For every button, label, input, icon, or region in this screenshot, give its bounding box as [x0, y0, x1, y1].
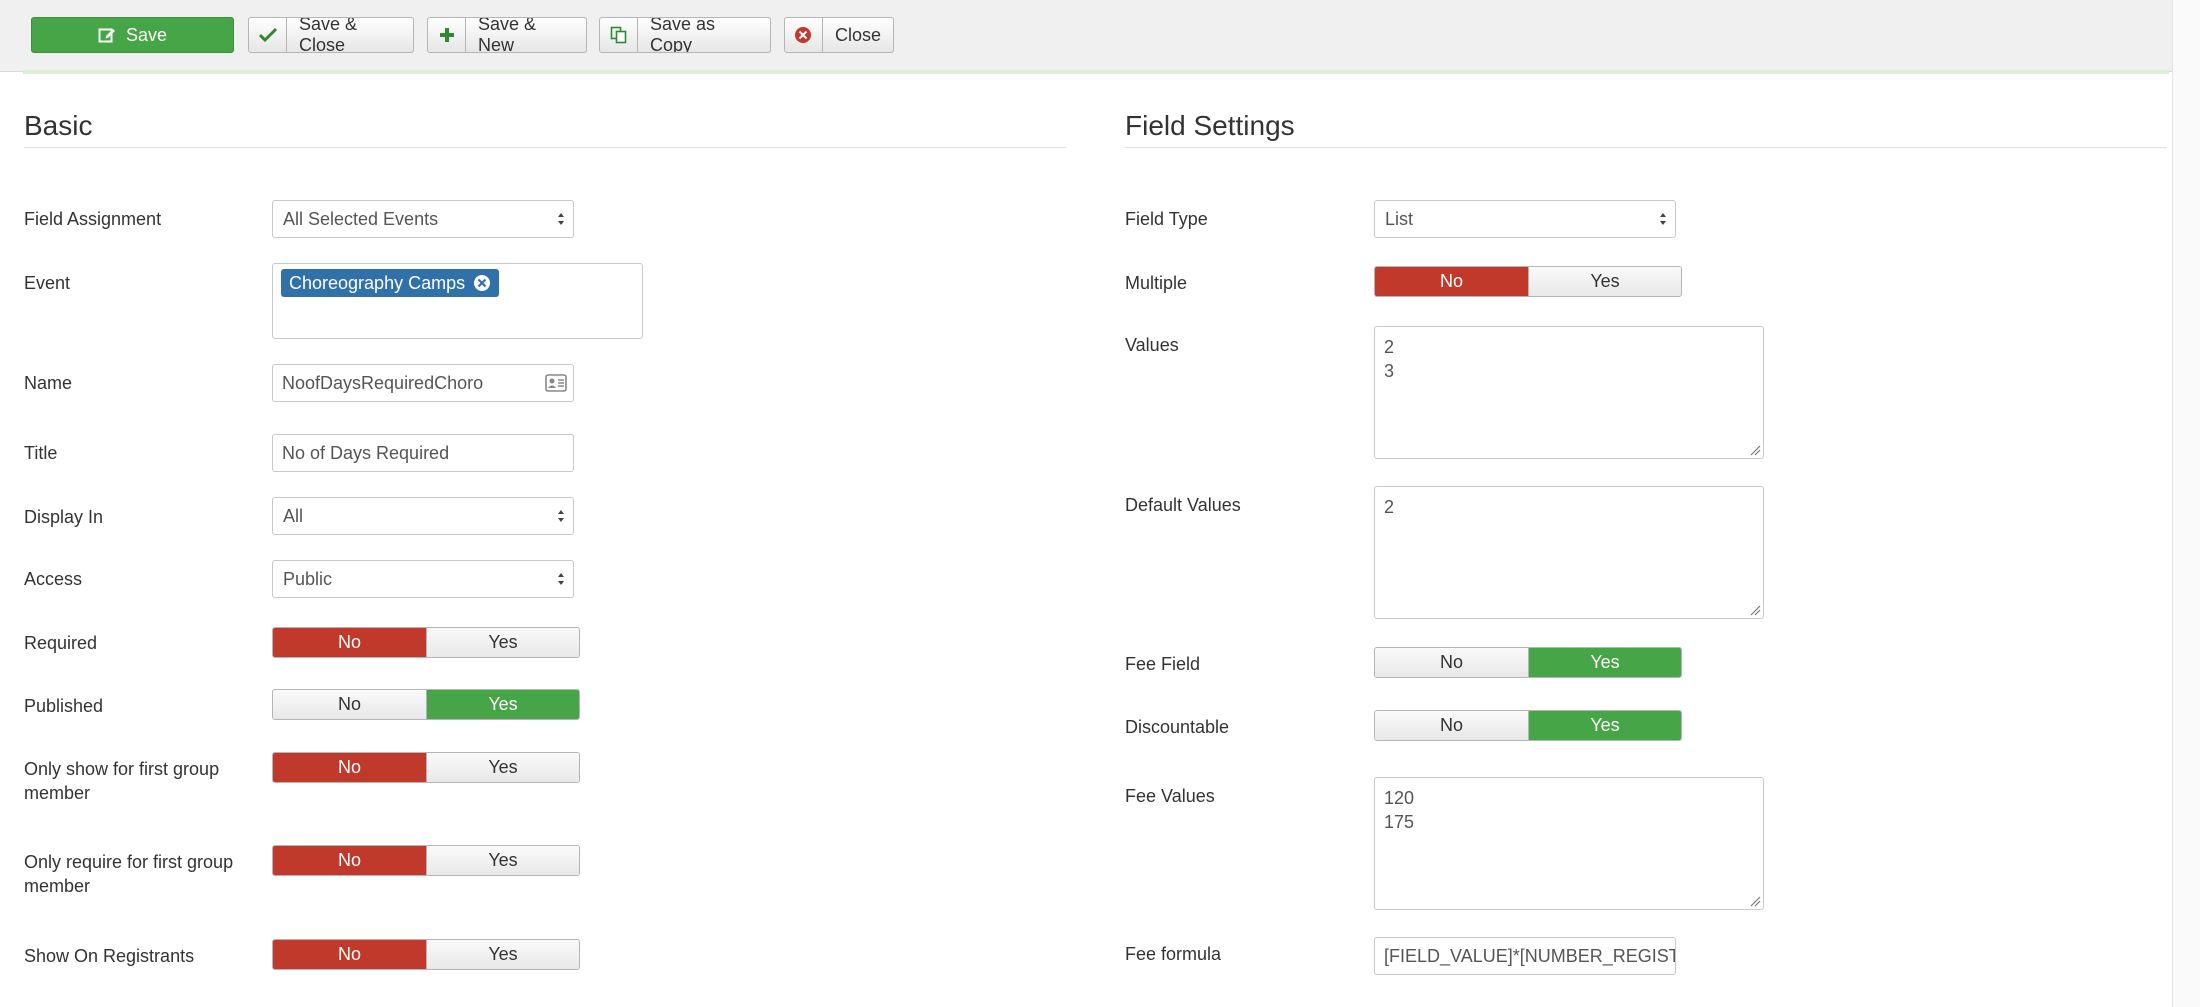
only-show-first-label: Only show for first group member — [24, 759, 220, 803]
show-on-registrants-yes-option[interactable]: Yes — [426, 940, 579, 969]
name-value: NoofDaysRequiredChoro — [282, 372, 484, 393]
select-arrows-icon — [558, 573, 564, 585]
field-type-value: List — [1385, 208, 1414, 229]
field-settings-heading: Field Settings — [1125, 110, 1295, 141]
show-on-registrants-no-option[interactable]: No — [273, 940, 426, 969]
access-select[interactable]: Public — [272, 560, 574, 598]
field-assignment-label: Field Assignment — [24, 209, 162, 229]
only-show-first-no-option[interactable]: No — [273, 753, 426, 782]
name-input[interactable]: NoofDaysRequiredChoro — [272, 364, 574, 402]
discountable-yes-option[interactable]: Yes — [1528, 711, 1681, 740]
check-icon — [258, 27, 277, 43]
remove-chip-icon[interactable] — [473, 274, 491, 292]
only-show-first-toggle[interactable]: No Yes — [272, 752, 580, 783]
multiple-label: Multiple — [1125, 273, 1188, 293]
close-button[interactable]: Close — [784, 17, 894, 53]
fee-values-line: 175 — [1384, 812, 1415, 832]
basic-heading: Basic — [24, 110, 93, 141]
only-require-first-label: Only require for first group member — [24, 852, 234, 896]
title-input[interactable]: No of Days Required — [272, 434, 574, 472]
fee-field-label: Fee Field — [1125, 654, 1201, 674]
values-line: 2 — [1384, 337, 1395, 357]
fee-field-yes-option[interactable]: Yes — [1528, 648, 1681, 677]
save-copy-label: Save as Copy — [650, 17, 716, 53]
fee-formula-input[interactable]: [FIELD_VALUE]*[NUMBER_REGIST — [1374, 937, 1676, 975]
fee-field-toggle[interactable]: No Yes — [1374, 647, 1682, 678]
event-chip[interactable]: Choreography Camps — [281, 269, 500, 297]
only-require-first-no-option[interactable]: No — [273, 846, 426, 875]
discountable-label: Discountable — [1125, 717, 1230, 737]
save-new-label: Save & New — [478, 17, 537, 53]
discountable-toggle[interactable]: No Yes — [1374, 710, 1682, 741]
fee-formula-label: Fee formula — [1125, 944, 1222, 964]
field-assignment-value: All Selected Events — [283, 208, 439, 229]
plus-icon — [439, 28, 454, 42]
select-arrows-icon — [1660, 213, 1666, 225]
published-yes-option[interactable]: Yes — [426, 690, 579, 719]
default-values-line: 2 — [1384, 497, 1395, 517]
fee-formula-value: [FIELD_VALUE]*[NUMBER_REGIST — [1384, 945, 1676, 966]
published-no-option[interactable]: No — [273, 690, 426, 719]
discountable-no-option[interactable]: No — [1375, 711, 1528, 740]
show-on-registrants-label: Show On Registrants — [24, 946, 195, 966]
values-textarea[interactable]: 2 3 — [1374, 326, 1764, 459]
field-type-select[interactable]: List — [1374, 200, 1676, 238]
display-in-value: All — [283, 505, 304, 526]
show-on-registrants-toggle[interactable]: No Yes — [272, 939, 580, 970]
required-no-option[interactable]: No — [273, 628, 426, 657]
edit-icon — [98, 28, 115, 43]
values-line: 3 — [1384, 361, 1395, 381]
default-values-textarea[interactable]: 2 — [1374, 486, 1764, 619]
event-label: Event — [24, 273, 71, 293]
required-label: Required — [24, 633, 98, 653]
fee-values-label: Fee Values — [1125, 786, 1215, 806]
close-circle-icon — [795, 27, 812, 43]
published-toggle[interactable]: No Yes — [272, 689, 580, 720]
access-label: Access — [24, 569, 83, 589]
multiple-no-option[interactable]: No — [1375, 267, 1528, 296]
multiple-toggle[interactable]: No Yes — [1374, 266, 1682, 297]
only-require-first-yes-option[interactable]: Yes — [426, 846, 579, 875]
only-show-first-yes-option[interactable]: Yes — [426, 753, 579, 782]
required-toggle[interactable]: No Yes — [272, 627, 580, 658]
fee-field-no-option[interactable]: No — [1375, 648, 1528, 677]
field-type-label: Field Type — [1125, 209, 1208, 229]
save-new-button[interactable]: Save & New — [427, 17, 587, 53]
select-arrows-icon — [558, 213, 564, 225]
access-value: Public — [283, 568, 333, 589]
values-label: Values — [1125, 335, 1179, 355]
published-label: Published — [24, 696, 104, 716]
resize-grip-icon[interactable] — [1749, 895, 1761, 907]
save-close-label: Save & Close — [299, 17, 358, 53]
field-assignment-select[interactable]: All Selected Events — [272, 200, 574, 238]
fee-values-line: 120 — [1384, 788, 1415, 808]
save-label: Save — [125, 24, 168, 45]
event-chip-label: Choreography Camps — [289, 272, 466, 293]
fee-values-textarea[interactable]: 120 175 — [1374, 777, 1764, 910]
select-arrows-icon — [558, 510, 564, 522]
copy-icon — [610, 26, 626, 44]
title-value: No of Days Required — [282, 442, 450, 463]
toolbar: Save Save & Close Save & New Save as Cop… — [0, 0, 2200, 72]
save-button[interactable]: Save — [31, 17, 234, 53]
message-bar — [23, 70, 2169, 74]
resize-grip-icon[interactable] — [1749, 604, 1761, 616]
name-label: Name — [24, 373, 73, 393]
display-in-label: Display In — [24, 507, 104, 527]
id-card-icon — [545, 374, 567, 392]
required-yes-option[interactable]: Yes — [426, 628, 579, 657]
multiple-yes-option[interactable]: Yes — [1528, 267, 1681, 296]
display-in-select[interactable]: All — [272, 497, 574, 535]
scrollbar[interactable] — [2172, 0, 2200, 1007]
basic-divider — [24, 147, 1066, 148]
save-close-button[interactable]: Save & Close — [248, 17, 414, 53]
save-copy-button[interactable]: Save as Copy — [599, 17, 771, 53]
default-values-label: Default Values — [1125, 495, 1241, 515]
only-require-first-toggle[interactable]: No Yes — [272, 845, 580, 876]
resize-grip-icon[interactable] — [1749, 444, 1761, 456]
field-settings-divider — [1125, 147, 2167, 148]
title-label: Title — [24, 443, 58, 463]
close-label: Close — [834, 24, 881, 45]
